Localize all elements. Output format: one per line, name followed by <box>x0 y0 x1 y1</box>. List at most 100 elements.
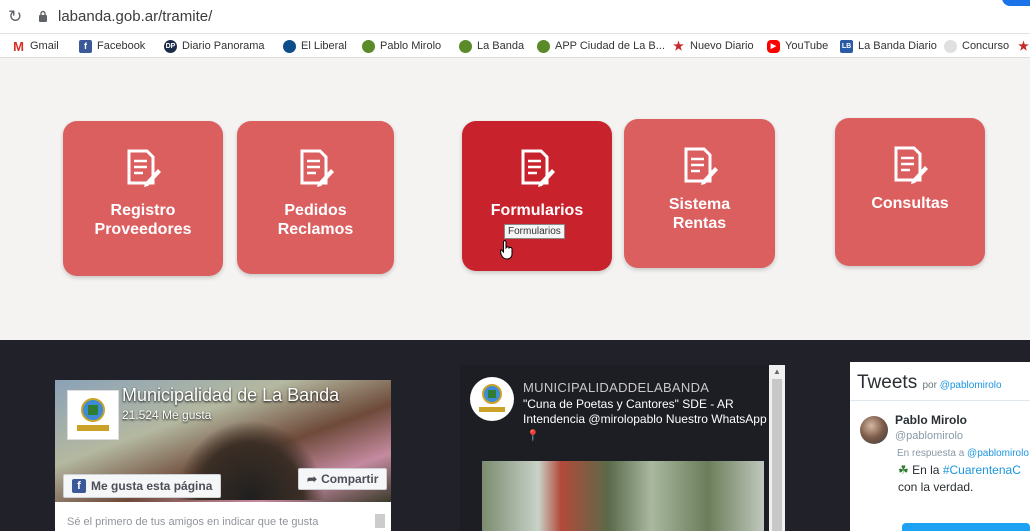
tile-label-line: Rentas <box>672 215 727 232</box>
share-arrow-icon: ➦ <box>307 472 318 486</box>
tweet-text-line: con la verdad. <box>898 480 974 494</box>
sprout-icon: ☘ <box>898 463 909 477</box>
document-edit-icon <box>300 149 334 187</box>
tweets-header: Tweets por @pablomirolo <box>857 372 1002 394</box>
tile-label: Formularios <box>491 201 583 220</box>
avatar[interactable] <box>860 416 888 444</box>
tile-label-line: Pedidos <box>284 202 347 219</box>
bookmark-label: Concurso <box>962 40 1010 52</box>
la-banda-diario-icon: LB <box>840 39 853 53</box>
el-liberal-icon <box>283 39 296 53</box>
bookmark-diario-panorama[interactable]: DP Diario Panorama <box>164 37 265 55</box>
bookmark-label: El Liberal <box>301 40 347 52</box>
municipal-seal-icon <box>537 39 550 53</box>
municipal-seal-icon <box>362 39 375 53</box>
tooltip: Formularios <box>504 224 565 239</box>
facebook-icon: f <box>72 479 86 493</box>
lock-icon <box>39 10 47 22</box>
bookmark-facebook[interactable]: f Facebook <box>79 37 145 55</box>
tweet-text-prefix: En la <box>912 463 940 477</box>
nuevo-diario-icon: ★ <box>673 39 684 53</box>
tile-label-line: Proveedores <box>94 221 192 238</box>
globe-icon <box>944 39 957 53</box>
panorama-icon: DP <box>164 39 177 53</box>
tile-formularios[interactable]: Formularios <box>462 121 612 271</box>
reload-icon[interactable]: ↻ <box>8 7 22 27</box>
tile-label: Consultas <box>871 194 948 213</box>
bookmark-youtube[interactable]: ▶ YouTube <box>767 37 828 55</box>
municipal-seal-icon[interactable] <box>470 377 514 421</box>
tile-label-line: Consultas <box>871 195 949 212</box>
youtube-icon: ▶ <box>767 39 780 53</box>
facebook-icon: f <box>79 39 92 53</box>
tile-pedidos-reclamos[interactable]: Pedidos Reclamos <box>237 121 394 274</box>
tile-label-line: Reclamos <box>277 221 354 238</box>
fb-scrollbar[interactable] <box>375 514 385 528</box>
gmail-icon: M <box>13 38 24 54</box>
tile-label-line: Registro <box>110 202 176 219</box>
bookmark-nuevo-diario[interactable]: ★ Nuevo Diario <box>672 37 754 55</box>
bookmark-overflow[interactable]: ★ <box>1017 37 1030 55</box>
tile-registro-proveedores[interactable]: Registro Proveedores <box>63 121 223 276</box>
document-edit-icon <box>684 147 718 185</box>
instagram-widget: MUNICIPALIDADDELABANDA "Cuna de Poetas y… <box>460 365 785 531</box>
tweet-author-handle[interactable]: @pablomirolo <box>895 430 963 442</box>
document-edit-icon <box>127 149 161 187</box>
municipal-seal-icon[interactable] <box>67 390 119 440</box>
by-prefix: por <box>922 380 937 391</box>
address-bar: ↻ labanda.gob.ar/tramite/ <box>0 0 1030 34</box>
fb-like-label: Me gusta esta página <box>91 479 213 493</box>
bookmarks-bar: M Gmail f Facebook DP Diario Panorama El… <box>0 34 1030 58</box>
fb-friends-text: Sé el primero de tus amigos en indicar q… <box>67 516 319 528</box>
twitter-embed-button[interactable] <box>902 523 1030 531</box>
tile-sistema-rentas[interactable]: Sistema Rentas <box>624 119 775 268</box>
fb-like-page-button[interactable]: f Me gusta esta página <box>63 474 222 498</box>
bookmark-pablo-mirolo[interactable]: Pablo Mirolo <box>362 37 441 55</box>
ig-photo[interactable] <box>482 461 764 531</box>
tweets-title: Tweets <box>857 372 918 393</box>
tweet-reply-context: En respuesta a @pablomirolo <box>897 448 1029 459</box>
facebook-page-widget: Municipalidad de La Banda 21.524 Me gust… <box>55 380 391 531</box>
bookmark-label: APP Ciudad de La B... <box>555 40 665 52</box>
tile-label-line: Sistema <box>668 196 731 213</box>
fb-like-count: 21.524 Me gusta <box>122 408 212 422</box>
pin-icon: 📍 <box>526 430 540 442</box>
url-field[interactable]: labanda.gob.ar/tramite/ <box>58 8 212 25</box>
profile-button[interactable] <box>1002 0 1030 6</box>
twitter-timeline-widget: Tweets por @pablomirolo Pablo Mirolo @pa… <box>850 362 1030 531</box>
bookmark-label: Nuevo Diario <box>690 40 754 52</box>
bookmark-label: Facebook <box>97 40 146 52</box>
by-handle[interactable]: @pablomirolo <box>940 380 1002 391</box>
bookmark-el-liberal[interactable]: El Liberal <box>283 37 347 55</box>
bookmark-gmail[interactable]: M Gmail <box>12 37 59 55</box>
fb-share-label: Compartir <box>321 472 379 486</box>
bookmark-label: Gmail <box>30 40 59 52</box>
tile-label: Pedidos Reclamos <box>278 201 354 239</box>
reply-prefix: En respuesta a <box>897 448 965 459</box>
divider <box>850 400 1030 401</box>
bookmark-la-banda[interactable]: La Banda <box>459 37 524 55</box>
bookmark-la-banda-diario[interactable]: LB La Banda Diario <box>840 37 937 55</box>
bookmark-concurso[interactable]: Concurso <box>944 37 1009 55</box>
bookmark-label: YouTube <box>785 40 829 52</box>
tweet-hashtag[interactable]: #CuarentenaC <box>943 463 1021 477</box>
bookmark-label: Pablo Mirolo <box>380 40 442 52</box>
ig-username[interactable]: MUNICIPALIDADDELABANDA <box>523 380 709 395</box>
reply-handle[interactable]: @pablomirolo <box>967 448 1029 459</box>
ig-scrollbar[interactable]: ▲ <box>769 365 785 531</box>
tweet-text-line: ☘ En la #CuarentenaC <box>898 463 1021 477</box>
tile-consultas[interactable]: Consultas <box>835 118 985 266</box>
fb-share-button[interactable]: ➦ Compartir <box>298 468 388 490</box>
ig-bio-line: Intendencia @mirolopablo Nuestro WhatsAp… <box>523 412 767 426</box>
ig-bio-line: "Cuna de Poetas y Cantores" SDE - AR <box>523 397 734 411</box>
document-edit-icon <box>521 149 555 187</box>
nuevo-diario-icon: ★ <box>1018 39 1029 53</box>
bookmark-app-ciudad[interactable]: APP Ciudad de La B... <box>537 37 665 55</box>
tweet-author-name[interactable]: Pablo Mirolo <box>895 413 967 427</box>
fb-page-name[interactable]: Municipalidad de La Banda <box>122 385 339 406</box>
scroll-thumb[interactable] <box>772 379 782 531</box>
tile-label-line: Formularios <box>490 202 584 219</box>
scroll-up-arrow-icon[interactable]: ▲ <box>773 367 781 376</box>
tile-label: Registro Proveedores <box>95 201 192 239</box>
tile-label: Sistema Rentas <box>669 195 730 233</box>
